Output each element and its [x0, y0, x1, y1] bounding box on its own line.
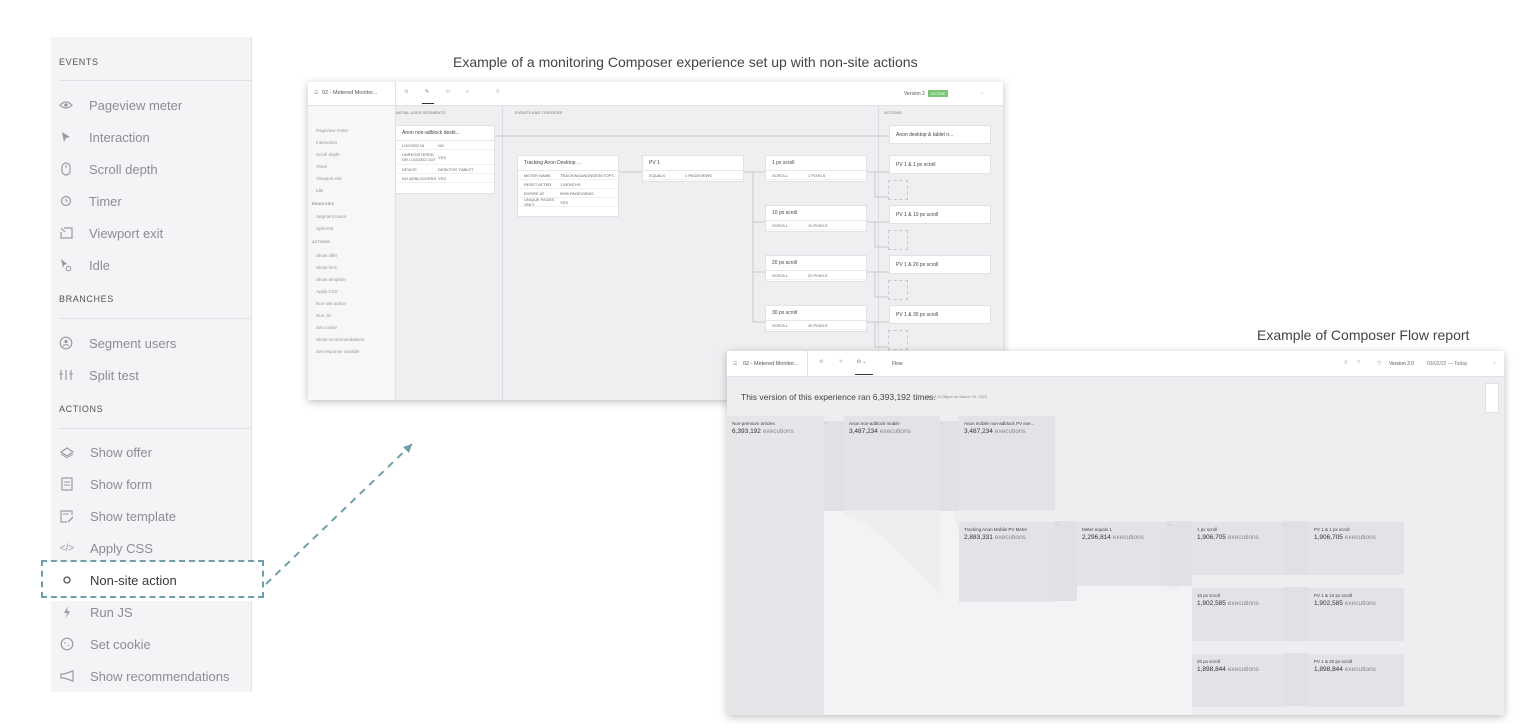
palette-item-label: Show form — [90, 476, 153, 492]
action-card[interactable]: Anon desktop & tablet n... — [890, 126, 990, 143]
drop-target[interactable] — [888, 230, 908, 250]
flow-node[interactable]: 10 px scroll 1,902,585 executions — [1192, 588, 1283, 641]
actions-heading: ACTIONS — [59, 404, 104, 414]
palette-item-interaction[interactable]: Interaction — [59, 128, 150, 146]
segment-card-title: Anon non-adblock deskt... — [402, 130, 460, 136]
palette-item-show-recommendations[interactable]: Show recommendations — [60, 667, 229, 685]
flow-report-screenshot: ☰ 02 - Metered Monitor... ⚙ ✎ ılı ⌄ Flow… — [727, 351, 1504, 715]
palette-item-segment-users[interactable]: Segment users — [59, 334, 176, 352]
palette-item-viewport-exit[interactable]: Viewport exit — [59, 224, 163, 242]
person-circle-icon — [59, 336, 73, 350]
flow-node[interactable]: 20 px scroll 1,898,844 executions — [1192, 654, 1283, 707]
palette-item-pageview-meter[interactable]: Pageview meter — [59, 96, 182, 114]
scroll-card[interactable]: 20 px scroll SCROLL 20 PIXELS — [766, 256, 866, 281]
idle-cursor-icon — [59, 258, 73, 272]
divider — [59, 318, 251, 319]
flow-node[interactable]: PV 1 & 1 px scroll 1,906,705 executions — [1309, 522, 1404, 575]
form-icon — [60, 477, 74, 491]
scroll-card[interactable]: 10 px scroll SCROLL 10 PIXELS — [766, 206, 866, 231]
palette-item-label: Set cookie — [90, 636, 151, 652]
bolt-icon — [60, 605, 74, 619]
action-card[interactable]: PV 1 & 10 px scroll — [890, 206, 990, 223]
pv-card-title: PV 1 — [649, 160, 660, 166]
eye-icon — [59, 98, 73, 112]
palette-item-label: Show recommendations — [90, 668, 230, 684]
action-card[interactable]: PV 1 & 20 px scroll — [890, 256, 990, 273]
action-card[interactable]: PV 1 & 30 px scroll — [890, 306, 990, 323]
cursor-icon — [59, 130, 73, 144]
palette-item-label: Split test — [89, 367, 139, 383]
flow-node[interactable]: Meter equals 1 2,296,814 executions — [1077, 522, 1167, 586]
cookie-icon — [60, 637, 74, 651]
palette-item-label: Show offer — [90, 444, 152, 460]
clock-icon — [59, 194, 73, 208]
composer-caption: Example of a monitoring Composer experie… — [453, 54, 918, 70]
palette-item-set-cookie[interactable]: Set cookie — [60, 635, 151, 653]
palette-item-timer[interactable]: Timer — [59, 192, 122, 210]
pageview-card[interactable]: PV 1 EQUALS 1 PAGEVIEWS — [643, 156, 743, 181]
divider — [59, 428, 251, 429]
tracking-card-title: Tracking Anon Desktop ... — [524, 160, 582, 166]
code-icon: </> — [59, 542, 75, 554]
flow-node[interactable]: Non-premium articles 6,393,192 execution… — [727, 416, 824, 715]
drop-target[interactable] — [888, 330, 908, 350]
palette-item-show-form[interactable]: Show form — [60, 475, 152, 493]
offer-icon — [60, 445, 74, 459]
palette-item-run-js[interactable]: Run JS — [60, 603, 133, 621]
action-card[interactable]: PV 1 & 1 px scroll — [890, 156, 990, 173]
highlight-box — [41, 560, 264, 598]
template-icon — [60, 509, 74, 523]
palette-item-label: Show template — [90, 508, 176, 524]
palette-item-label: Apply CSS — [90, 540, 153, 556]
palette-item-apply-css[interactable]: </> Apply CSS — [60, 539, 153, 557]
palette-item-label: Viewport exit — [89, 225, 164, 241]
palette-item-label: Timer — [89, 193, 122, 209]
tracking-meter-card[interactable]: Tracking Anon Desktop ... METER NAME TRAC… — [518, 156, 618, 216]
flow-node[interactable]: PV 1 & 20 px scroll 1,898,844 executions — [1309, 654, 1404, 707]
branches-heading: BRANCHES — [59, 294, 114, 304]
palette-item-label: Interaction — [89, 129, 150, 145]
drop-target[interactable] — [888, 280, 908, 300]
exit-icon — [59, 226, 73, 240]
palette-item-label: Pageview meter — [89, 97, 183, 113]
mouse-icon — [59, 162, 73, 176]
palette-item-split-test[interactable]: Split test — [59, 366, 139, 384]
flow-node[interactable]: Anon mobile non-adblock PV exe... 3,487,… — [959, 416, 1055, 510]
flow-node[interactable]: 1 px scroll 1,906,705 executions — [1192, 522, 1283, 575]
palette-item-show-template[interactable]: Show template — [60, 507, 176, 525]
palette-item-scroll-depth[interactable]: Scroll depth — [59, 160, 158, 178]
connector-arrow — [265, 443, 413, 585]
flow-node[interactable]: Anon non-adblock mobile 3,487,234 execut… — [844, 416, 940, 510]
palette-item-label: Segment users — [89, 335, 177, 351]
split-icon — [59, 368, 73, 382]
drop-target[interactable] — [888, 180, 908, 200]
palette-item-show-offer[interactable]: Show offer — [60, 443, 152, 461]
divider — [59, 80, 251, 81]
palette-item-label: Scroll depth — [89, 161, 158, 177]
palette-item-idle[interactable]: Idle — [59, 256, 110, 274]
flow-node[interactable]: Tracking Anon Mobile PV Meter 2,883,331 … — [959, 522, 1055, 602]
flow-node[interactable]: PV 1 & 10 px scroll 1,902,585 executions — [1309, 588, 1404, 641]
palette-item-label: Run JS — [90, 604, 133, 620]
segment-card[interactable]: Anon non-adblock deskt... LOGGED IN NO UN… — [396, 126, 494, 193]
megaphone-icon — [60, 669, 74, 683]
events-heading: EVENTS — [59, 57, 99, 67]
palette-item-label: Idle — [89, 257, 110, 273]
scroll-card[interactable]: 30 px scroll SCROLL 30 PIXELS — [766, 306, 866, 331]
scroll-card[interactable]: 1 px scroll SCROLL 1 PIXELS — [766, 156, 866, 181]
flow-caption: Example of Composer Flow report — [1257, 327, 1470, 343]
